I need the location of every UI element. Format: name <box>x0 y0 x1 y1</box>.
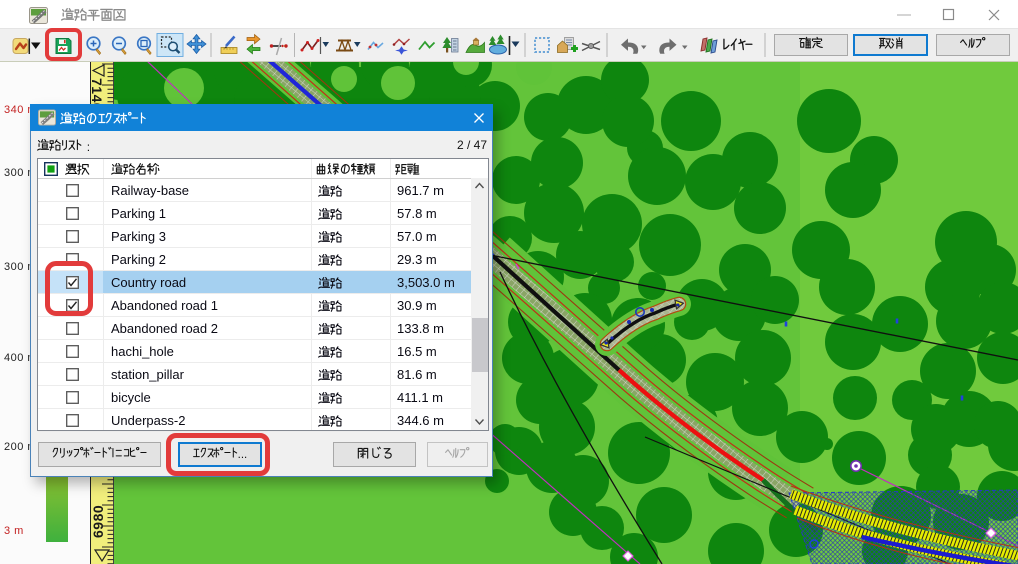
svg-text:6980: 6980 <box>90 505 106 538</box>
